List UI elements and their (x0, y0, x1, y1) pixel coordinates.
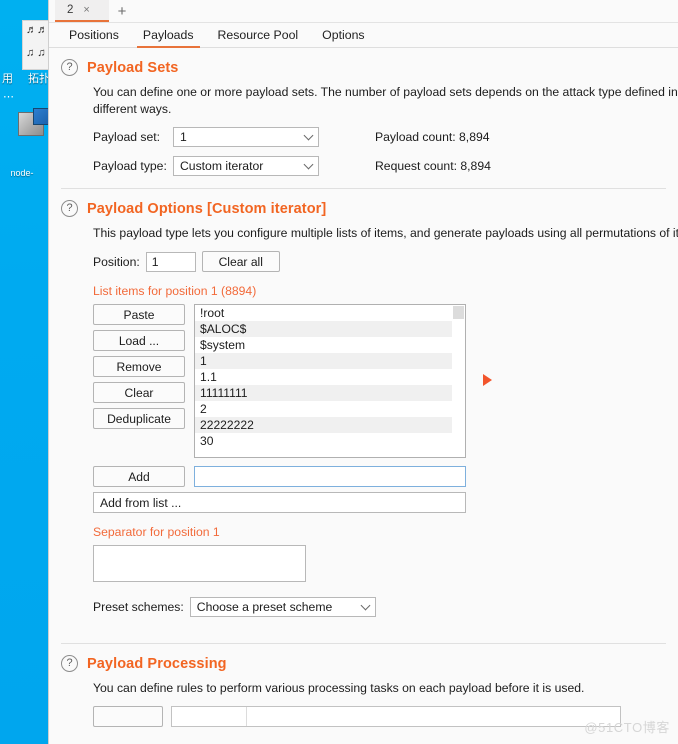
list-item[interactable]: 1.1 (195, 369, 465, 385)
add-from-list-select[interactable]: Add from list ... (93, 492, 466, 513)
request-count-label: Request count: (375, 159, 457, 173)
add-row: Add (93, 466, 678, 487)
list-item[interactable]: $ALOC$ (195, 321, 465, 337)
list-item[interactable]: !root (195, 305, 465, 321)
processing-rules-table[interactable] (171, 706, 621, 727)
paste-button[interactable]: Paste (93, 304, 185, 325)
preset-schemes-label: Preset schemes: (93, 600, 184, 614)
payload-sets-description: You can define one or more payload sets.… (93, 85, 678, 116)
payload-options-description: This payload type lets you configure mul… (93, 226, 678, 240)
preset-schemes-select[interactable]: Choose a preset scheme (189, 597, 376, 617)
computer-icon[interactable] (18, 108, 48, 136)
payload-count-label: Payload count: (375, 130, 456, 144)
rules-table-column-1 (172, 707, 247, 726)
tab-resource-pool-label: Resource Pool (217, 28, 299, 42)
payload-type-select[interactable]: Custom iterator (173, 156, 319, 176)
payload-set-row: Payload set: 1 Payload count: 8,894 (93, 127, 678, 147)
add-input[interactable] (194, 466, 466, 487)
separator-input[interactable] (93, 545, 306, 582)
payload-type-row: Payload type: Custom iterator Request co… (93, 156, 678, 176)
desktop-icon-label-partial[interactable]: 用 (2, 70, 13, 86)
tab-strip-filler (135, 0, 678, 22)
payload-options-title: Payload Options [Custom iterator] (87, 200, 327, 217)
tab-options[interactable]: Options (310, 23, 376, 47)
payload-processing-description: You can define rules to perform various … (93, 681, 585, 695)
payload-count: Payload count: 8,894 (375, 130, 490, 144)
position-label: Position: (93, 254, 140, 269)
position-row: Position: 1 Clear all (93, 251, 678, 272)
chevron-down-icon (360, 600, 371, 611)
desktop-icon-label-node[interactable]: node- (0, 168, 48, 178)
clear-button[interactable]: Clear (93, 382, 185, 403)
help-icon[interactable]: ? (61, 655, 78, 672)
deduplicate-button[interactable]: Deduplicate (93, 408, 185, 429)
new-tab-button[interactable]: + (109, 0, 135, 22)
attack-tab-label: 2 (67, 4, 74, 16)
payload-sets-header: ? Payload Sets (49, 48, 678, 79)
list-item[interactable]: 22222222 (195, 417, 465, 433)
payload-processing-header: ? Payload Processing (49, 644, 678, 675)
preset-row: Preset schemes: Choose a preset scheme (93, 597, 678, 617)
request-count-value: 8,894 (460, 159, 491, 173)
desktop-icon-label-topology[interactable]: 拓扑 (28, 70, 48, 86)
payload-count-value: 8,894 (459, 130, 490, 144)
attack-tab-strip: 2 × + (49, 0, 678, 22)
payload-sets-section: ? Payload Sets You can define one or mor… (49, 48, 678, 189)
add-from-list-value: Add from list ... (100, 495, 182, 510)
payload-set-label: Payload set: (93, 130, 161, 144)
list-editor: Paste Load ... Remove Clear Deduplicate … (93, 304, 678, 458)
clear-all-button[interactable]: Clear all (201, 251, 280, 272)
add-rule-button[interactable] (93, 706, 163, 727)
attack-tab-2[interactable]: 2 × (55, 0, 109, 22)
payload-processing-section: ? Payload Processing You can define rule… (49, 644, 678, 727)
payload-processing-title: Payload Processing (87, 655, 227, 672)
payload-options-header: ? Payload Options [Custom iterator] (49, 189, 678, 220)
chevron-down-icon (303, 159, 314, 170)
payload-type-value: Custom iterator (180, 159, 264, 173)
request-count: Request count: 8,894 (375, 159, 491, 173)
payload-sets-title: Payload Sets (87, 59, 179, 76)
load-button[interactable]: Load ... (93, 330, 185, 351)
ellipsis-icon: ⋯ (3, 91, 14, 103)
music-icon: ♬♬♬ (26, 24, 48, 36)
tab-positions-label: Positions (69, 28, 119, 42)
tab-options-label: Options (322, 28, 365, 42)
tab-resource-pool[interactable]: Resource Pool (206, 23, 311, 47)
watermark: @51CTO博客 (584, 720, 670, 735)
burp-intruder-window: 2 × + Positions Payloads Resource Pool O… (48, 0, 678, 744)
list-item[interactable]: $system (195, 337, 465, 353)
desktop-background: ♬♬♬ ♫ ♫ 拓扑 用 ⋯ node- (0, 0, 48, 744)
close-icon[interactable]: × (83, 4, 89, 16)
tab-positions[interactable]: Positions (57, 23, 131, 47)
notes-icon: ♫ ♫ (26, 47, 46, 59)
payload-set-select[interactable]: 1 (173, 127, 319, 147)
main-tabs: Positions Payloads Resource Pool Options (49, 22, 678, 48)
chevron-down-icon (303, 130, 314, 141)
annotation-arrow-icon (483, 374, 492, 386)
list-scrollbar-thumb[interactable] (453, 306, 464, 319)
payload-list[interactable]: !root $ALOC$ $system 1 1.1 11111111 2 22… (194, 304, 466, 458)
help-icon[interactable]: ? (61, 59, 78, 76)
payloads-panel: ? Payload Sets You can define one or mor… (49, 48, 678, 744)
list-item[interactable]: 2 (195, 401, 465, 417)
list-action-buttons: Paste Load ... Remove Clear Deduplicate (93, 304, 185, 429)
payload-set-value: 1 (180, 130, 187, 144)
tab-payloads[interactable]: Payloads (131, 23, 206, 48)
tab-payloads-label: Payloads (142, 28, 194, 42)
remove-button[interactable]: Remove (93, 356, 185, 377)
list-item[interactable]: 30 (195, 433, 465, 449)
help-icon[interactable]: ? (61, 200, 78, 217)
position-value: 1 (151, 254, 159, 269)
add-button[interactable]: Add (93, 466, 185, 487)
list-scrollbar[interactable] (452, 305, 465, 457)
screen-root: ♬♬♬ ♫ ♫ 拓扑 用 ⋯ node- 2 × + Positions Pay… (0, 0, 678, 744)
payload-type-label: Payload type: (93, 159, 167, 173)
list-item[interactable]: 11111111 (195, 385, 465, 401)
payload-options-section: ? Payload Options [Custom iterator] This… (49, 189, 678, 644)
separator-label: Separator for position 1 (93, 525, 220, 539)
list-items-header: List items for position 1 (8894) (93, 284, 257, 298)
list-item[interactable]: 1 (195, 353, 465, 369)
position-input[interactable]: 1 (145, 251, 196, 272)
preset-schemes-value: Choose a preset scheme (196, 600, 333, 614)
